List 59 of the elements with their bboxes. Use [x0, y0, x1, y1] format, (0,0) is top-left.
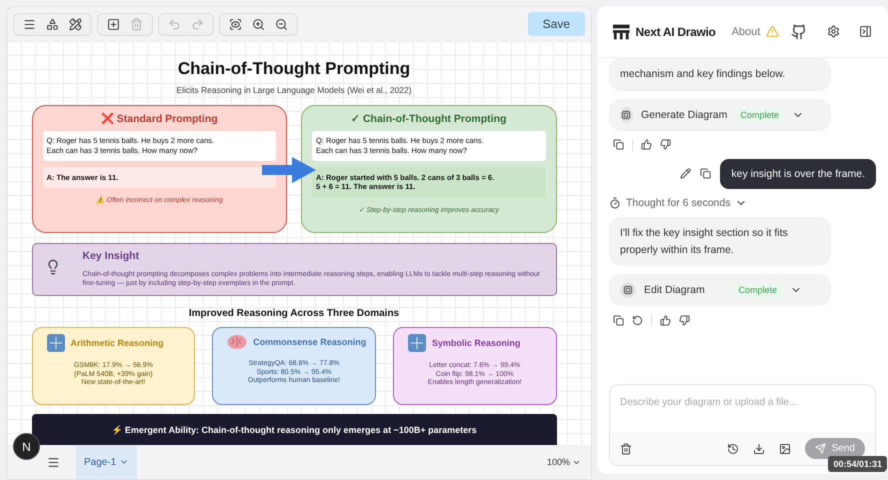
zoom-level[interactable]: 100% — [546, 457, 581, 467]
section-title: Improved Reasoning Across Three Domains — [188, 308, 400, 319]
fit-view-icon[interactable] — [229, 18, 242, 30]
thumbs-down-icon[interactable] — [679, 314, 690, 326]
thumbs-down-icon[interactable] — [660, 139, 671, 150]
domain-title: Commonsense Reasoning — [253, 336, 366, 347]
retry-icon[interactable] — [632, 314, 643, 326]
image-icon[interactable] — [778, 442, 791, 454]
diagram-title: Chain-of-Thought Prompting — [178, 59, 410, 79]
timer-icon — [609, 196, 621, 209]
github-icon[interactable] — [791, 24, 808, 40]
add-icon[interactable] — [107, 18, 120, 30]
domain-title: Arithmetic Reasoning — [70, 338, 164, 348]
save-button[interactable]: Save — [528, 12, 585, 36]
edit-icon[interactable] — [680, 168, 692, 180]
chip-icon — [620, 106, 633, 123]
panel-toggle-icon[interactable] — [859, 25, 872, 38]
message-input[interactable]: Describe your diagram or upload a file... — [609, 384, 876, 432]
assistant-message: I'll fix the key insight section so it fits properly within its frame. — [609, 216, 831, 266]
arrow-icon — [262, 157, 316, 183]
copy-icon[interactable] — [700, 168, 712, 180]
diagram-subtitle: Elicits Reasoning in Large Language Models (Wei et al., 2022) — [176, 85, 412, 95]
status-label: Complete — [733, 283, 782, 298]
page-tab[interactable]: Page-1 — [76, 445, 138, 479]
tool-name: Edit Diagram — [644, 284, 705, 296]
copy-icon[interactable] — [613, 139, 624, 150]
user-message: key insight is over the frame. — [720, 158, 876, 189]
zoom-in-icon[interactable] — [252, 18, 265, 30]
logo-icon — [613, 24, 630, 40]
menu-icon[interactable] — [23, 18, 36, 30]
shapes-icon[interactable] — [46, 18, 59, 30]
copy-icon[interactable] — [613, 314, 624, 326]
download-icon[interactable] — [752, 442, 765, 454]
tool-call-card[interactable]: Generate Diagram Complete — [609, 98, 831, 131]
panel-title: ✓ Chain-of-Thought Prompting — [350, 112, 508, 125]
history-icon[interactable] — [726, 442, 739, 454]
domain-title: Symbolic Reasoning — [432, 338, 520, 348]
menu-icon[interactable] — [47, 456, 60, 468]
tool-call-card[interactable]: Edit Diagram Complete — [609, 274, 831, 306]
brain-icon — [227, 334, 248, 350]
app-name: Next AI Drawio — [636, 24, 716, 38]
settings-icon[interactable] — [826, 25, 840, 38]
thumbs-up-icon[interactable] — [660, 314, 671, 326]
assistant-message: mechanism and key findings below. — [609, 58, 831, 91]
delete-icon[interactable] — [620, 442, 632, 454]
pencil-ruler-icon[interactable] — [69, 18, 82, 30]
thumbs-up-icon[interactable] — [641, 139, 652, 150]
thought-toggle[interactable]: Thought for 6 seconds — [626, 196, 730, 209]
panel-title: ❌ Standard Prompting — [100, 112, 219, 125]
chip-icon — [620, 282, 636, 298]
user-avatar[interactable]: N — [13, 433, 40, 460]
send-icon — [814, 443, 826, 454]
tool-name: Generate Diagram — [640, 108, 728, 121]
about-link[interactable]: About — [732, 26, 760, 38]
emergent-banner: ⚡ Emergent Ability: Chain-of-thought reasoning only emerges at ~100B+ parameters — [32, 414, 556, 445]
video-timestamp: 00:54/01:31 — [828, 456, 887, 472]
insight-title: Key Insight — [82, 250, 140, 262]
zoom-out-icon[interactable] — [275, 18, 288, 30]
status-label: Complete — [735, 108, 784, 122]
